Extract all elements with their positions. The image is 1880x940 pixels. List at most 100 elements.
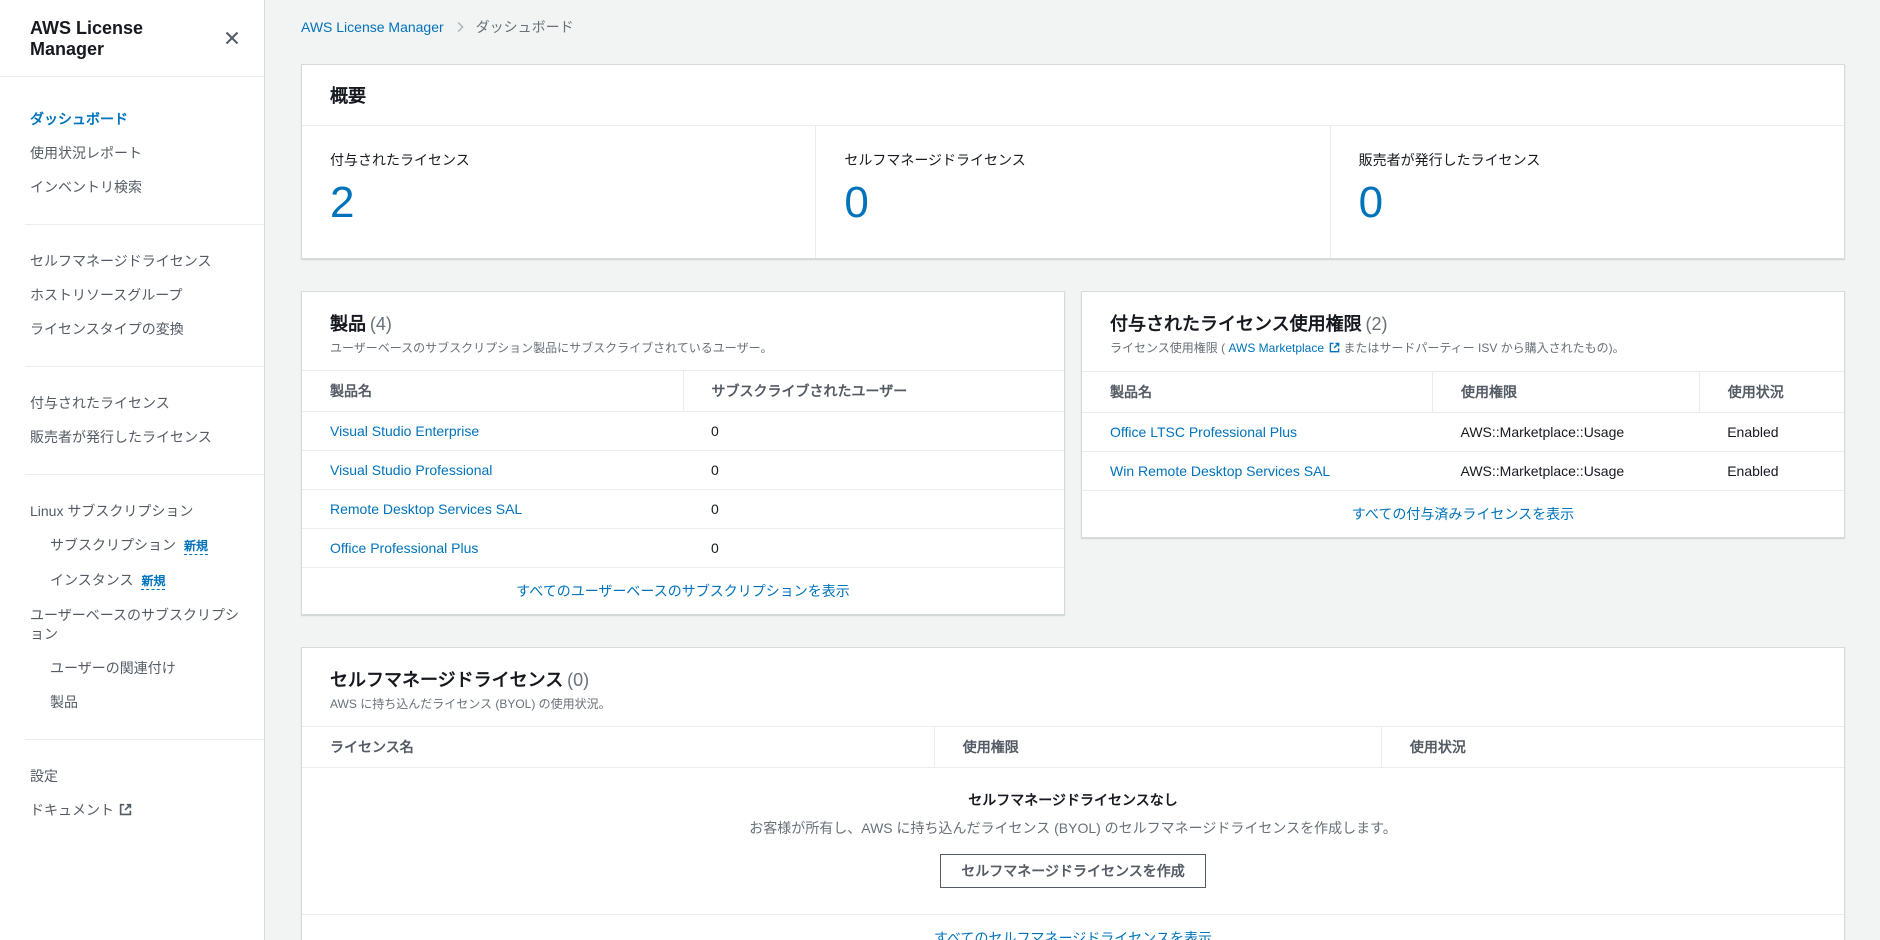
license-link[interactable]: Win Remote Desktop Services SAL: [1110, 463, 1330, 479]
self-managed-count: (0): [567, 670, 590, 690]
chevron-right-icon: [454, 21, 466, 33]
granted-title: 付与されたライセンス使用権限: [1110, 314, 1362, 334]
granted-description: ライセンス使用権限 ( AWS Marketplace またはサードパーティー …: [1110, 340, 1816, 357]
column-header-entitlement: 使用権限: [1432, 371, 1700, 413]
stat-value-link[interactable]: 0: [1359, 178, 1816, 228]
table-row: Office Professional Plus 0: [302, 528, 1064, 567]
new-badge[interactable]: 新規: [184, 539, 209, 555]
entitlement-value: AWS::Marketplace::Usage: [1460, 424, 1625, 440]
sidebar-item-granted-licenses[interactable]: 付与されたライセンス: [30, 394, 240, 413]
self-managed-empty-state: セルフマネージドライセンスなし お客様が所有し、AWS に持ち込んだライセンス …: [302, 768, 1844, 914]
subscribed-users-value: 0: [683, 450, 1064, 490]
external-link-icon: [1329, 341, 1340, 357]
sidebar-item-user-based-subscriptions[interactable]: ユーザーベースのサブスクリプション: [30, 606, 240, 644]
sidebar-item-self-managed-licenses[interactable]: セルフマネージドライセンス: [30, 252, 240, 271]
stat-label: セルフマネージドライセンス: [844, 152, 1026, 168]
products-count: (4): [369, 314, 392, 334]
granted-card-header: 付与されたライセンス使用権限 (2) ライセンス使用権限 ( AWS Marke…: [1082, 292, 1844, 371]
products-card-footer: すべてのユーザーベースのサブスクリプションを表示: [302, 567, 1064, 614]
product-link[interactable]: Visual Studio Professional: [330, 462, 492, 478]
column-header-entitlement: 使用権限: [933, 726, 1382, 768]
breadcrumb: AWS License Manager ダッシュボード: [301, 0, 1845, 37]
sidebar-item-products[interactable]: 製品: [50, 693, 240, 712]
table-row: Office LTSC Professional Plus AWS::Marke…: [1082, 413, 1844, 452]
table-row: Visual Studio Professional 0: [302, 450, 1064, 490]
sidebar-item-inventory-search[interactable]: インベントリ検索: [30, 178, 240, 197]
column-header-product-name: 製品名: [1082, 371, 1433, 413]
sidebar-title-link[interactable]: AWS License Manager: [30, 18, 222, 60]
granted-desc-suffix: またはサードパーティー ISV から購入されたもの)。: [1343, 341, 1625, 355]
granted-table: 製品名 使用権限 使用状況 Office LTSC Professional P…: [1082, 371, 1844, 490]
sidebar-divider: [25, 224, 264, 225]
granted-card-footer: すべての付与済みライセンスを表示: [1082, 490, 1844, 537]
sidebar-item-instances[interactable]: インスタンス 新規: [50, 571, 240, 591]
sidebar-divider: [25, 366, 264, 367]
products-description: ユーザーベースのサブスクリプション製品にサブスクライブされているユーザー。: [330, 341, 773, 355]
external-link-icon: [119, 802, 132, 821]
view-all-granted-licenses-link[interactable]: すべての付与済みライセンスを表示: [1352, 506, 1574, 522]
sidebar-body: ダッシュボード 使用状況レポート インベントリ検索 セルフマネージドライセンス …: [0, 77, 264, 844]
aws-marketplace-link[interactable]: AWS Marketplace: [1228, 341, 1324, 355]
self-managed-card: セルフマネージドライセンス (0) AWS に持ち込んだライセンス (BYOL)…: [301, 647, 1845, 940]
self-managed-description: AWS に持ち込んだライセンス (BYOL) の使用状況。: [330, 697, 611, 711]
breadcrumb-current: ダッシュボード: [475, 19, 574, 35]
overview-card-header: 概要: [302, 65, 1844, 126]
view-all-user-based-subscriptions-link[interactable]: すべてのユーザーベースのサブスクリプションを表示: [516, 583, 849, 599]
view-all-self-managed-licenses-link[interactable]: すべてのセルフマネージドライセンスを表示: [934, 930, 1212, 940]
table-row: Win Remote Desktop Services SAL AWS::Mar…: [1082, 451, 1844, 490]
sidebar-item-host-resource-groups[interactable]: ホストリソースグループ: [30, 286, 240, 305]
stat-label: 付与されたライセンス: [330, 152, 470, 168]
products-title: 製品: [330, 314, 366, 334]
table-header-row: 製品名 使用権限 使用状況: [1082, 371, 1844, 413]
create-self-managed-license-button[interactable]: セルフマネージドライセンスを作成: [940, 854, 1206, 888]
column-header-license-name: ライセンス名: [302, 726, 935, 768]
column-header-subscribed-users: サブスクライブされたユーザー: [682, 370, 1064, 412]
new-badge[interactable]: 新規: [141, 574, 166, 590]
column-header-product-name: 製品名: [302, 370, 683, 412]
sidebar-item-user-associations[interactable]: ユーザーの関連付け: [50, 659, 240, 678]
entitlement-value: AWS::Marketplace::Usage: [1432, 451, 1700, 490]
product-link[interactable]: Visual Studio Enterprise: [330, 423, 479, 439]
column-header-usage-status: 使用状況: [1698, 371, 1844, 413]
sidebar-divider: [25, 739, 264, 740]
sidebar-item-linux-subscriptions[interactable]: Linux サブスクリプション: [30, 502, 240, 521]
overview-title: 概要: [330, 86, 366, 106]
column-header-usage-status: 使用状況: [1380, 726, 1844, 768]
sidebar-item-usage-reports[interactable]: 使用状況レポート: [30, 144, 240, 163]
product-link[interactable]: Remote Desktop Services SAL: [330, 501, 522, 517]
close-sidebar-button[interactable]: [222, 28, 242, 51]
self-managed-table: ライセンス名 使用権限 使用状況: [302, 726, 1844, 768]
stat-value-link[interactable]: 2: [330, 178, 787, 228]
breadcrumb-root-link[interactable]: AWS License Manager: [301, 19, 444, 35]
stat-label: 販売者が発行したライセンス: [1358, 152, 1541, 168]
stat-seller-issued-licenses: 販売者が発行したライセンス 0: [1329, 126, 1844, 258]
sidebar-item-dashboard[interactable]: ダッシュボード: [30, 110, 240, 129]
sidebar-item-settings[interactable]: 設定: [30, 767, 240, 786]
granted-entitlements-card: 付与されたライセンス使用権限 (2) ライセンス使用権限 ( AWS Marke…: [1081, 291, 1845, 538]
sidebar-item-subscriptions[interactable]: サブスクリプション 新規: [50, 536, 240, 556]
empty-state-description: お客様が所有し、AWS に持ち込んだライセンス (BYOL) のセルフマネージド…: [749, 820, 1397, 836]
stat-granted-licenses: 付与されたライセンス 2: [302, 126, 815, 258]
table-row: Remote Desktop Services SAL 0: [302, 489, 1064, 529]
usage-status-value: Enabled: [1727, 424, 1779, 440]
self-managed-card-footer: すべてのセルフマネージドライセンスを表示: [302, 914, 1844, 940]
overview-stats: 付与されたライセンス 2 セルフマネージドライセンス 0 販売者が発行したライセ…: [302, 126, 1844, 258]
table-row: Visual Studio Enterprise 0: [302, 412, 1064, 451]
sidebar-item-label: インスタンス: [50, 572, 134, 588]
self-managed-card-header: セルフマネージドライセンス (0) AWS に持ち込んだライセンス (BYOL)…: [302, 648, 1844, 726]
side-navigation: AWS License Manager ダッシュボード 使用状況レポート インベ…: [0, 0, 265, 940]
license-link[interactable]: Office LTSC Professional Plus: [1110, 424, 1297, 440]
sidebar-item-documentation[interactable]: ドキュメント: [30, 801, 240, 821]
sidebar-header: AWS License Manager: [0, 0, 264, 77]
main-content: AWS License Manager ダッシュボード 概要 付与されたライセン…: [265, 0, 1880, 940]
table-header-row: 製品名 サブスクライブされたユーザー: [302, 370, 1064, 412]
subscribed-users-value: 0: [711, 423, 719, 439]
products-card: 製品 (4) ユーザーベースのサブスクリプション製品にサブスクライブされているユ…: [301, 291, 1065, 615]
granted-count: (2): [1365, 314, 1388, 334]
product-link[interactable]: Office Professional Plus: [330, 540, 478, 556]
sidebar-item-seller-issued-licenses[interactable]: 販売者が発行したライセンス: [30, 428, 240, 447]
stat-value-link[interactable]: 0: [844, 178, 1301, 228]
sidebar-divider: [25, 474, 264, 475]
sidebar-item-license-type-conversion[interactable]: ライセンスタイプの変換: [30, 320, 240, 339]
products-card-header: 製品 (4) ユーザーベースのサブスクリプション製品にサブスクライブされているユ…: [302, 292, 1064, 370]
